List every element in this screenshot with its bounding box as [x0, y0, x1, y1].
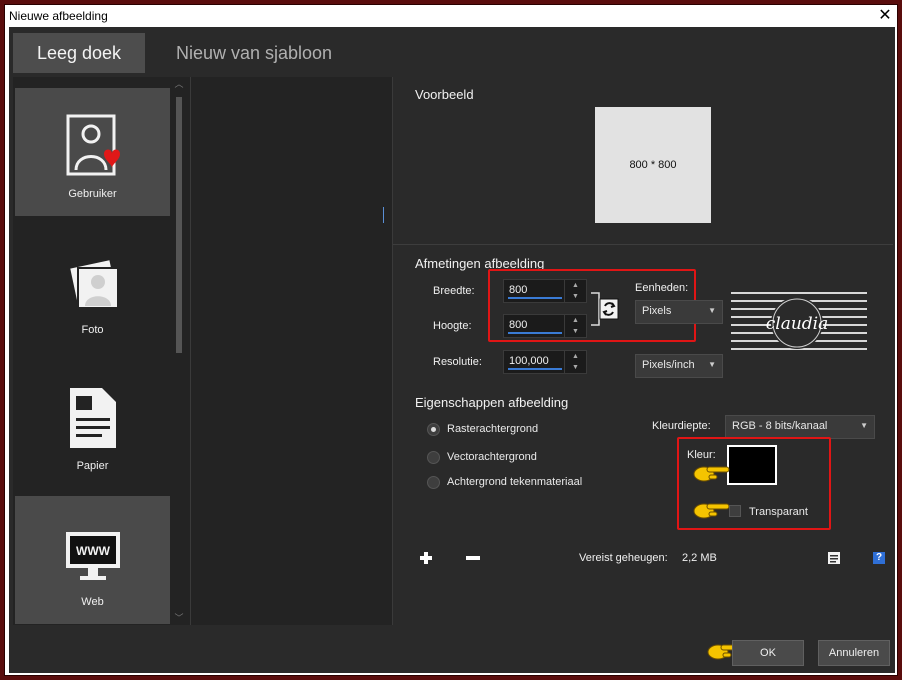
pointing-hand-icon: [693, 503, 730, 519]
category-list: Gebruiker Foto Papier WWW Web ︿ ﹀: [13, 77, 189, 625]
category-label: Papier: [76, 460, 109, 472]
vector-background-radio[interactable]: [427, 451, 440, 464]
transparent-label[interactable]: Transparant: [749, 506, 808, 518]
height-value: 800: [509, 319, 528, 331]
chevron-down-icon: ▼: [708, 360, 716, 369]
close-button[interactable]: ✕: [877, 8, 893, 24]
height-stepper[interactable]: ▲ ▼: [564, 315, 586, 337]
window-title: Nieuwe afbeelding: [9, 9, 108, 23]
preview-thumbnail: 800 * 800: [595, 107, 711, 223]
window-titlebar: Nieuwe afbeelding ✕: [5, 5, 897, 27]
raster-background-label[interactable]: Rasterachtergrond: [447, 423, 538, 435]
new-image-dialog: Leeg doek Nieuw van sjabloon Gebruiker F…: [9, 27, 895, 673]
resolution-units-value: Pixels/inch: [642, 359, 695, 371]
ok-button[interactable]: OK: [732, 640, 804, 666]
chevron-down-icon: ▼: [708, 306, 716, 315]
width-input[interactable]: 800 ▲ ▼: [503, 279, 587, 303]
units-dropdown[interactable]: Pixels ▼: [635, 300, 723, 324]
color-label: Kleur:: [687, 449, 716, 461]
preview-title: Voorbeeld: [415, 87, 474, 102]
tab-bar: Leeg doek Nieuw van sjabloon: [9, 27, 895, 73]
user-heart-icon: [66, 114, 120, 176]
properties-title: Eigenschappen afbeelding: [415, 395, 569, 410]
resolution-label: Resolutie:: [433, 356, 482, 368]
text-caret: [383, 207, 384, 223]
category-label: Foto: [81, 324, 104, 336]
transparent-checkbox[interactable]: [729, 505, 741, 517]
resolution-units-dropdown[interactable]: Pixels/inch ▼: [635, 354, 723, 378]
watermark-logo: claudia: [731, 292, 867, 350]
help-icon[interactable]: ?: [873, 552, 885, 564]
width-label: Breedte:: [433, 285, 475, 297]
input-underline: [508, 368, 562, 370]
minus-icon[interactable]: [466, 556, 480, 560]
input-underline: [508, 297, 562, 299]
window-frame: Nieuwe afbeelding ✕ Leeg doek Nieuw van …: [4, 4, 898, 676]
plus-icon[interactable]: [419, 551, 433, 565]
category-web[interactable]: WWW Web: [15, 496, 170, 624]
tab-blank-canvas[interactable]: Leeg doek: [13, 33, 145, 73]
pointing-hand-icon: [693, 466, 730, 482]
document-icon: [70, 388, 116, 448]
memory-value: 2,2 MB: [682, 552, 717, 564]
photo-stack-icon: [70, 260, 119, 309]
dialog-footer: OK Annuleren: [9, 625, 895, 673]
color-swatch[interactable]: [727, 445, 777, 485]
resolution-stepper[interactable]: ▲ ▼: [564, 351, 586, 373]
height-input[interactable]: 800 ▲ ▼: [503, 314, 587, 338]
color-depth-value: RGB - 8 bits/kanaal: [732, 420, 828, 432]
tab-from-template[interactable]: Nieuw van sjabloon: [159, 33, 349, 73]
cancel-button[interactable]: Annuleren: [818, 640, 890, 666]
svg-text:claudia: claudia: [766, 314, 829, 334]
art-media-background-label[interactable]: Achtergrond tekenmateriaal: [447, 476, 582, 488]
width-stepper[interactable]: ▲ ▼: [564, 280, 586, 302]
category-scrollbar[interactable]: ︿ ﹀: [173, 77, 185, 625]
category-label: Web: [81, 596, 104, 608]
input-underline: [508, 332, 562, 334]
units-value: Pixels: [642, 305, 672, 317]
chevron-down-icon[interactable]: ﹀: [173, 613, 185, 623]
width-value: 800: [509, 284, 528, 296]
category-label: Gebruiker: [68, 188, 117, 200]
color-depth-label: Kleurdiepte:: [652, 420, 711, 432]
www-monitor-icon: WWW: [66, 532, 120, 580]
category-paper[interactable]: Papier: [15, 360, 170, 488]
template-list[interactable]: [191, 77, 389, 625]
category-user[interactable]: Gebruiker: [15, 88, 170, 216]
dialog-content: Gebruiker Foto Papier WWW Web ︿ ﹀ Voorbe…: [13, 77, 893, 625]
chevron-down-icon: ▼: [860, 421, 868, 430]
color-depth-dropdown[interactable]: RGB - 8 bits/kanaal ▼: [725, 415, 875, 439]
vector-background-label[interactable]: Vectorachtergrond: [447, 451, 537, 463]
memory-label: Vereist geheugen:: [579, 552, 668, 564]
divider: [393, 244, 893, 245]
scrollbar-thumb[interactable]: [176, 97, 182, 353]
resolution-value: 100,000: [509, 355, 549, 367]
preview-size-text: 800 * 800: [629, 159, 677, 171]
settings-panel: Voorbeeld 800 * 800 Afmetingen afbeeldin…: [393, 77, 893, 625]
category-photo[interactable]: Foto: [15, 224, 170, 352]
art-media-background-radio[interactable]: [427, 476, 440, 489]
chevron-up-icon[interactable]: ︿: [173, 79, 185, 89]
info-page-icon[interactable]: [827, 551, 841, 565]
link-aspect-icon[interactable]: [589, 287, 619, 331]
height-label: Hoogte:: [433, 320, 472, 332]
resolution-input[interactable]: 100,000 ▲ ▼: [503, 350, 587, 374]
units-label: Eenheden:: [635, 282, 689, 294]
raster-background-radio[interactable]: [427, 423, 440, 436]
svg-text:WWW: WWW: [76, 544, 111, 558]
